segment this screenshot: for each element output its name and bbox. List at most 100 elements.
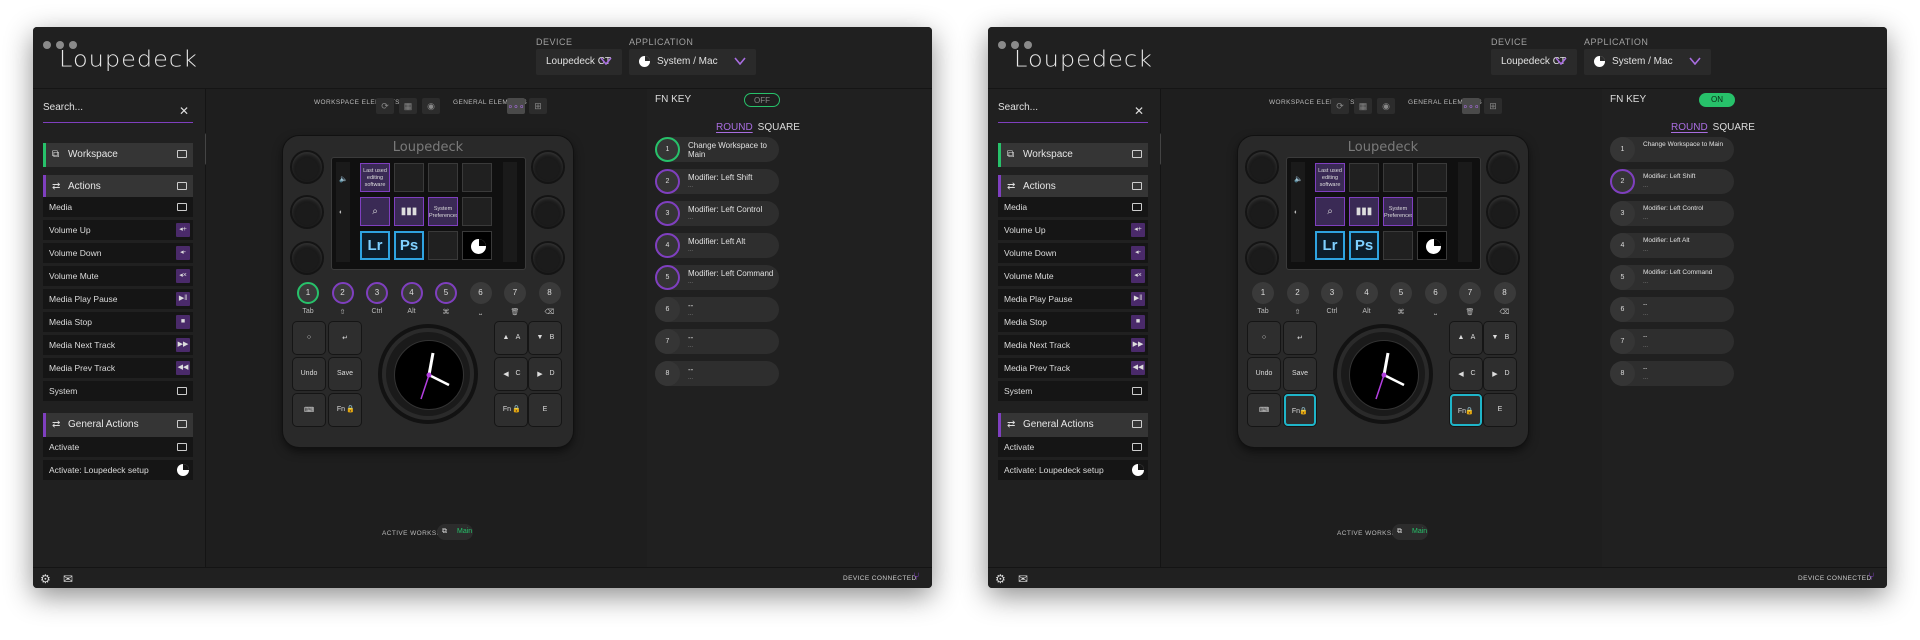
group-general-actions[interactable]: ⇄ General Actions [998, 413, 1148, 437]
active-workspace-selector[interactable]: ⧉ Main [437, 524, 473, 540]
tile-empty[interactable] [394, 163, 424, 192]
key-circle[interactable]: ○ [1248, 322, 1280, 354]
fn-assignment-row[interactable]: 2 Modifier: Left Shift... [1610, 169, 1734, 194]
tile-photoshop[interactable]: Ps [394, 231, 424, 260]
clear-search-icon[interactable]: ✕ [179, 104, 189, 118]
sidebar-item[interactable]: Media Play Pause ▶‖ [43, 289, 193, 309]
tile-system-preferences[interactable]: System Preferences [1383, 197, 1413, 226]
jog-dial[interactable] [382, 328, 474, 420]
sidebar-item[interactable]: Volume Mute ◂× [998, 266, 1148, 286]
sidebar-item[interactable]: Media Next Track ▶▶ [43, 335, 193, 355]
fn-assignment-row[interactable]: 7 --... [655, 329, 779, 354]
fn-key-toggle[interactable]: OFF [744, 93, 780, 107]
close-dot-icon[interactable] [43, 41, 51, 49]
application-select[interactable]: System / Mac [629, 49, 756, 75]
group-workspace[interactable]: ⧉ Workspace [43, 143, 193, 167]
sidebar-item[interactable]: Media [43, 197, 193, 217]
tile-last-used[interactable]: Last used editing software [1315, 163, 1345, 192]
fn-assignment-row[interactable]: 3 Modifier: Left Control... [1610, 201, 1734, 226]
key-right-d[interactable]: ▶ D [529, 358, 561, 390]
tile-lightroom[interactable]: Lr [1315, 231, 1345, 260]
knob-middle-right[interactable] [533, 197, 563, 227]
tile-lightroom[interactable]: Lr [360, 231, 390, 260]
tile-finder[interactable]: ⌕ [360, 197, 390, 226]
refresh-icon[interactable]: ⟳ [376, 98, 394, 114]
search-input[interactable]: Search... ✕ [998, 102, 1148, 123]
knob-bottom-right[interactable] [1488, 243, 1518, 273]
fn-assignment-row[interactable]: 5 Modifier: Left Command... [1610, 265, 1734, 290]
fn-key-toggle[interactable]: ON [1699, 93, 1735, 107]
tile-system-preferences[interactable]: System Preferences [428, 197, 458, 226]
round-button-7[interactable]: 7 [504, 282, 526, 304]
active-workspace-selector[interactable]: ⧉ Main [1392, 524, 1428, 540]
tile-equalizer[interactable]: ▮▮▮ [394, 197, 424, 226]
round-button-4[interactable]: 4 [400, 282, 423, 304]
key-undo[interactable]: Undo [1248, 358, 1280, 390]
tile-loupedeck[interactable] [462, 231, 492, 260]
refresh-icon[interactable]: ⟳ [1331, 98, 1349, 114]
tile-loupedeck[interactable] [1417, 231, 1447, 260]
right-strip[interactable] [1458, 162, 1472, 262]
knob-top-left[interactable] [292, 152, 322, 182]
round-button-6[interactable]: 6 [1424, 282, 1447, 304]
key-circle[interactable]: ○ [293, 322, 325, 354]
tile-empty[interactable] [1349, 163, 1379, 192]
fn-assignment-row[interactable]: 3 Modifier: Left Control... [655, 201, 779, 226]
round-button-3[interactable]: 3 [366, 282, 388, 304]
sidebar-item[interactable]: Activate: Loupedeck setup [998, 460, 1148, 480]
right-strip[interactable] [503, 162, 517, 262]
clear-search-icon[interactable]: ✕ [1134, 104, 1144, 118]
knob-middle-right[interactable] [1488, 197, 1518, 227]
shape-round[interactable]: ROUND [716, 122, 753, 133]
dial-icon[interactable]: ◉ [422, 98, 440, 114]
sidebar-item[interactable]: Media Next Track ▶▶ [998, 335, 1148, 355]
round-button-5[interactable]: 5 [1390, 282, 1412, 304]
tile-equalizer[interactable]: ▮▮▮ [1349, 197, 1379, 226]
tile-last-used[interactable]: Last used editing software [360, 163, 390, 192]
sidebar-item[interactable]: Media Stop ■ [43, 312, 193, 332]
tile-empty[interactable] [462, 197, 492, 226]
fn-assignment-row[interactable]: 5 Modifier: Left Command... [655, 265, 779, 290]
round-button-4[interactable]: 4 [1355, 282, 1378, 304]
knob-middle-left[interactable] [1247, 197, 1277, 227]
search-input[interactable]: Search... ✕ [43, 102, 193, 123]
sidebar-item[interactable]: Media Stop ■ [998, 312, 1148, 332]
fn-assignment-row[interactable]: 1 Change Workspace to Main [655, 137, 779, 162]
fn-assignment-row[interactable]: 6 --... [655, 297, 779, 322]
tile-photoshop[interactable]: Ps [1349, 231, 1379, 260]
group-workspace[interactable]: ⧉ Workspace [998, 143, 1148, 167]
jog-dial[interactable] [1337, 328, 1429, 420]
key-right-d[interactable]: ▶ D [1484, 358, 1516, 390]
gear-icon[interactable]: ⚙ [995, 572, 1006, 586]
tile-empty[interactable] [428, 231, 458, 260]
sidebar-item[interactable]: Media [998, 197, 1148, 217]
grid-icon[interactable]: ▦ [399, 98, 417, 114]
round-button-7[interactable]: 7 [1459, 282, 1481, 304]
key-save[interactable]: Save [1284, 358, 1316, 390]
shape-square[interactable]: SQUARE [1713, 122, 1755, 133]
shape-round[interactable]: ROUND [1671, 122, 1708, 133]
knob-top-right[interactable] [1488, 152, 1518, 182]
tile-empty[interactable] [1383, 231, 1413, 260]
close-dot-icon[interactable] [998, 41, 1006, 49]
store-icon[interactable]: ✉ [63, 572, 73, 586]
keys-grid-icon[interactable]: ⊞ [529, 98, 547, 114]
key-e[interactable]: E [529, 394, 561, 426]
fn-assignment-row[interactable]: 4 Modifier: Left Alt... [1610, 233, 1734, 258]
knob-top-right[interactable] [533, 152, 563, 182]
shape-switch[interactable]: ROUND SQUARE [1671, 122, 1755, 133]
key-e[interactable]: E [1484, 394, 1516, 426]
tile-empty[interactable] [1417, 163, 1447, 192]
round-button-3[interactable]: 3 [1321, 282, 1343, 304]
device-select[interactable]: Loupedeck CT [536, 49, 622, 75]
tile-empty[interactable] [462, 163, 492, 192]
key-keyboard[interactable]: ⌨ [1248, 394, 1280, 426]
gear-icon[interactable]: ⚙ [40, 572, 51, 586]
keys-grid-icon[interactable]: ⊞ [1484, 98, 1502, 114]
shape-square[interactable]: SQUARE [758, 122, 800, 133]
round-button-6[interactable]: 6 [469, 282, 492, 304]
knob-bottom-left[interactable] [292, 243, 322, 273]
fn-assignment-row[interactable]: 1 Change Workspace to Main [1610, 137, 1734, 162]
sidebar-item[interactable]: Volume Up ◂+ [998, 220, 1148, 240]
fn-assignment-row[interactable]: 6 --... [1610, 297, 1734, 322]
